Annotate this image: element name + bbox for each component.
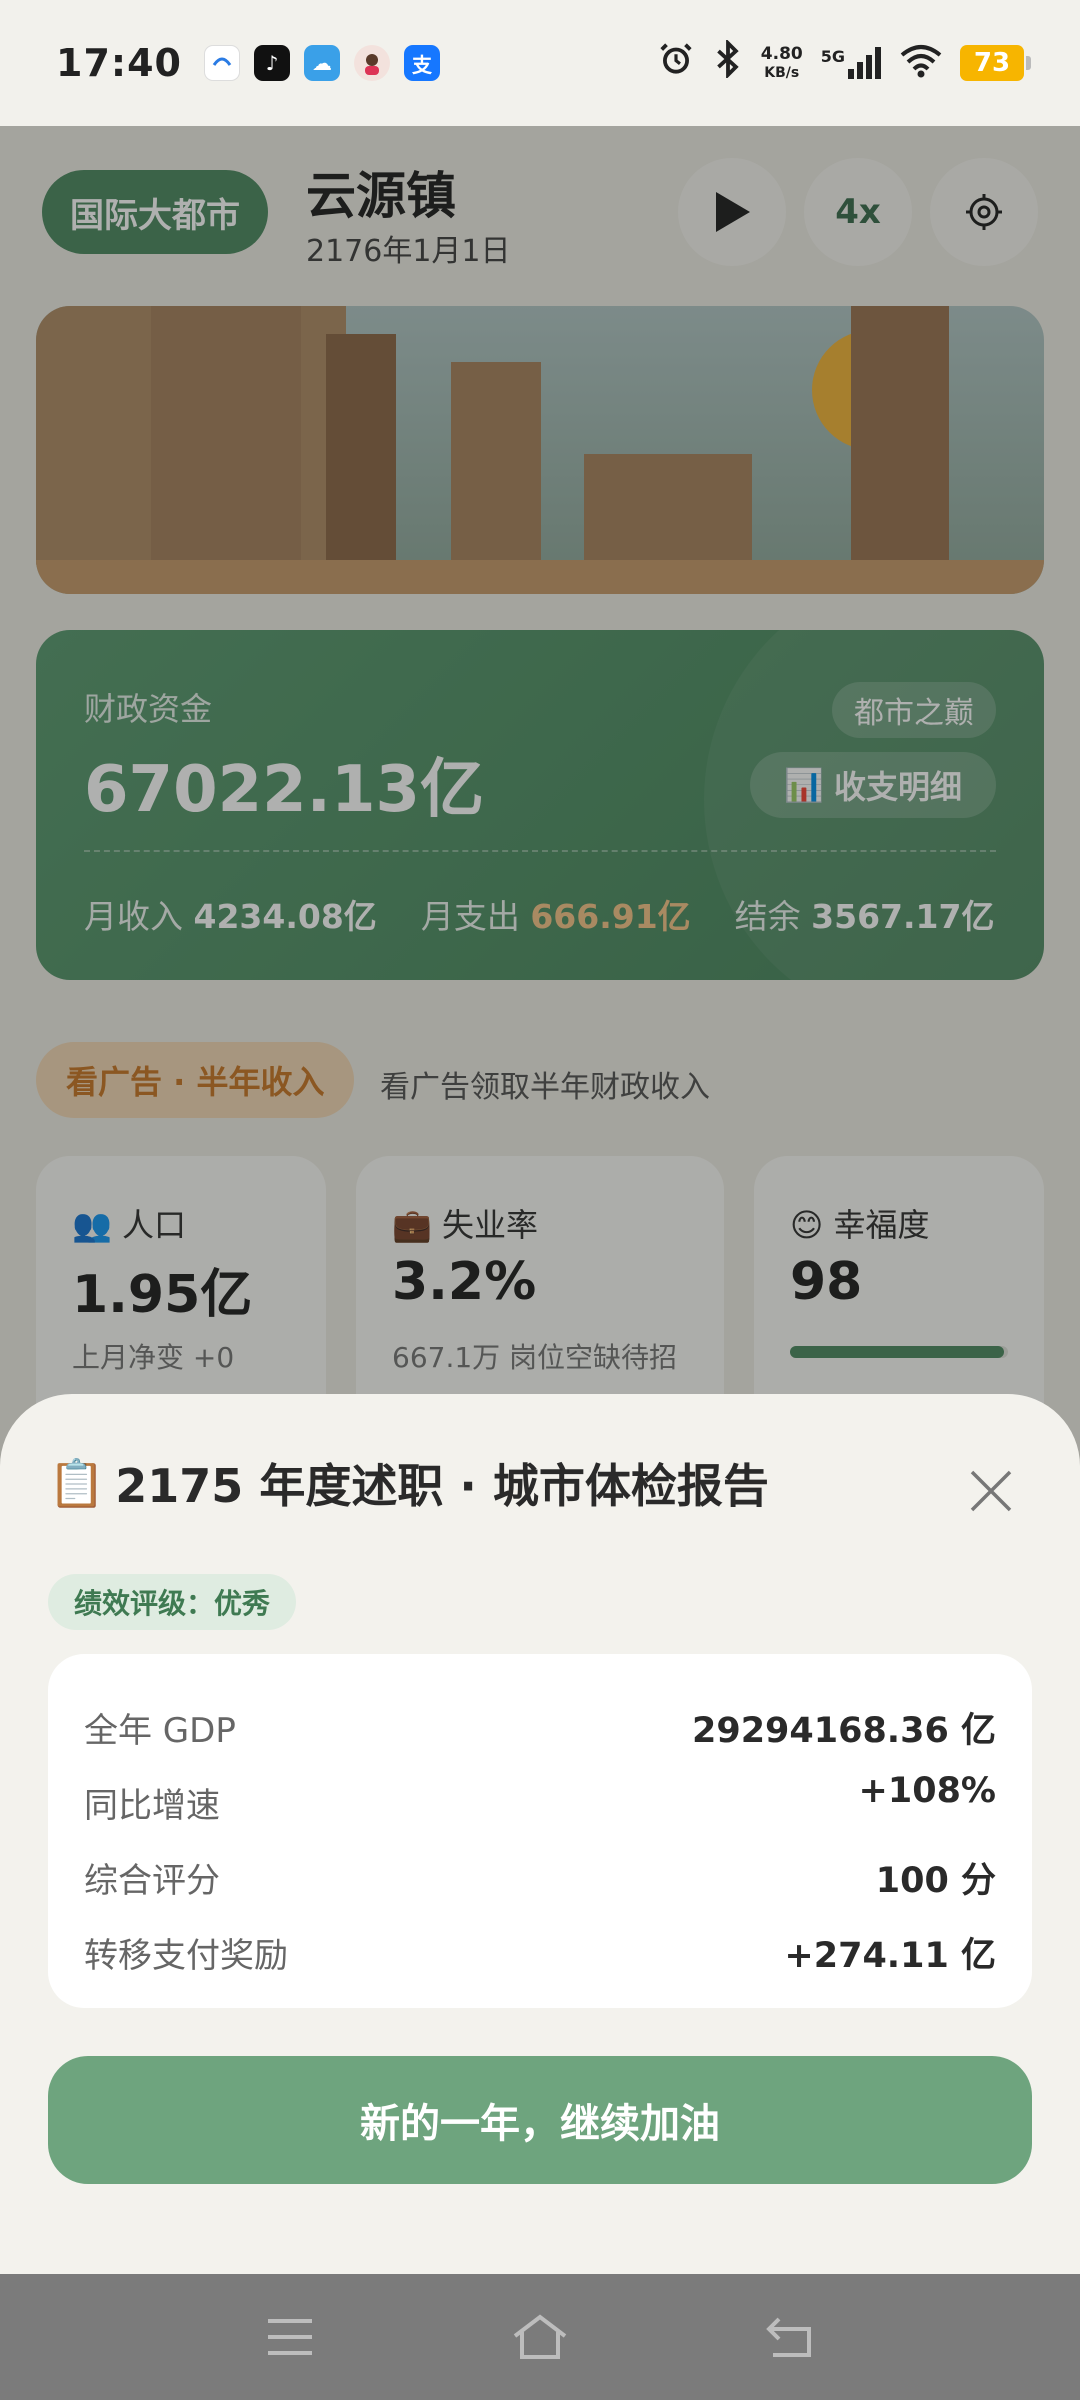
cloud-icon: ☁ xyxy=(303,45,340,81)
sheet-title-text: 2175 年度述职 · 城市体检报告 xyxy=(115,1459,769,1513)
close-icon xyxy=(970,1470,1012,1512)
alarm-icon xyxy=(657,40,695,87)
back-icon xyxy=(766,2317,811,2357)
growth-label: 同比增速 xyxy=(84,1786,220,1826)
browser-icon xyxy=(203,45,240,81)
net-speed-value: 4.80 xyxy=(760,43,803,64)
menu-icon xyxy=(268,2319,312,2355)
continue-button[interactable]: 新的一年，继续加油 xyxy=(48,2056,1032,2184)
alipay-icon: 支 xyxy=(403,45,440,81)
gdp-value: 29294168.36 亿 xyxy=(691,1711,996,1751)
performance-rating-badge: 绩效评级：优秀 xyxy=(48,1574,297,1630)
wifi-icon xyxy=(900,44,942,82)
report-row: 综合评分 100 分 xyxy=(84,1840,996,1915)
score-value: 100 分 xyxy=(875,1861,996,1901)
reward-label: 转移支付奖励 xyxy=(84,1936,288,1976)
net-speed: 4.80 KB/s xyxy=(761,45,803,82)
report-row: 全年 GDP 29294168.36 亿 xyxy=(84,1690,996,1765)
report-row: 同比增速 +108% xyxy=(84,1765,996,1840)
report-row: 转移支付奖励 +274.11 亿 xyxy=(84,1915,996,1990)
battery-indicator: 73 xyxy=(960,45,1031,81)
home-button[interactable] xyxy=(510,2307,570,2367)
close-button[interactable] xyxy=(966,1468,1016,1518)
back-button[interactable] xyxy=(760,2307,820,2367)
battery-level: 73 xyxy=(973,48,1011,78)
status-bar: 17:40 ♪ ☁ 支 4.80 KB/s 5G 73 xyxy=(0,0,1080,126)
growth-value: +108% xyxy=(858,1771,996,1811)
signal-icon xyxy=(848,47,881,79)
home-icon xyxy=(513,2314,567,2359)
score-label: 综合评分 xyxy=(84,1861,220,1901)
tiktok-icon: ♪ xyxy=(253,45,290,81)
annual-report-sheet: 📋 2175 年度述职 · 城市体检报告 绩效评级：优秀 全年 GDP 2929… xyxy=(0,1394,1080,2274)
notification-icons: ♪ ☁ 支 xyxy=(203,45,440,81)
signal-indicator: 5G xyxy=(821,47,882,79)
gdp-label: 全年 GDP xyxy=(84,1711,236,1751)
reward-value: +274.11 亿 xyxy=(784,1936,996,1976)
clipboard-icon: 📋 xyxy=(48,1455,106,1510)
report-card: 全年 GDP 29294168.36 亿 同比增速 +108% 综合评分 100… xyxy=(48,1654,1032,2008)
menu-button[interactable] xyxy=(260,2307,320,2367)
avatar-icon xyxy=(353,45,390,81)
network-type: 5G xyxy=(820,47,845,66)
clock: 17:40 xyxy=(56,41,182,85)
sheet-title: 📋 2175 年度述职 · 城市体检报告 xyxy=(48,1450,769,1516)
system-nav-bar xyxy=(0,2274,1080,2400)
bluetooth-icon xyxy=(713,38,743,87)
net-speed-unit: KB/s xyxy=(764,64,800,81)
